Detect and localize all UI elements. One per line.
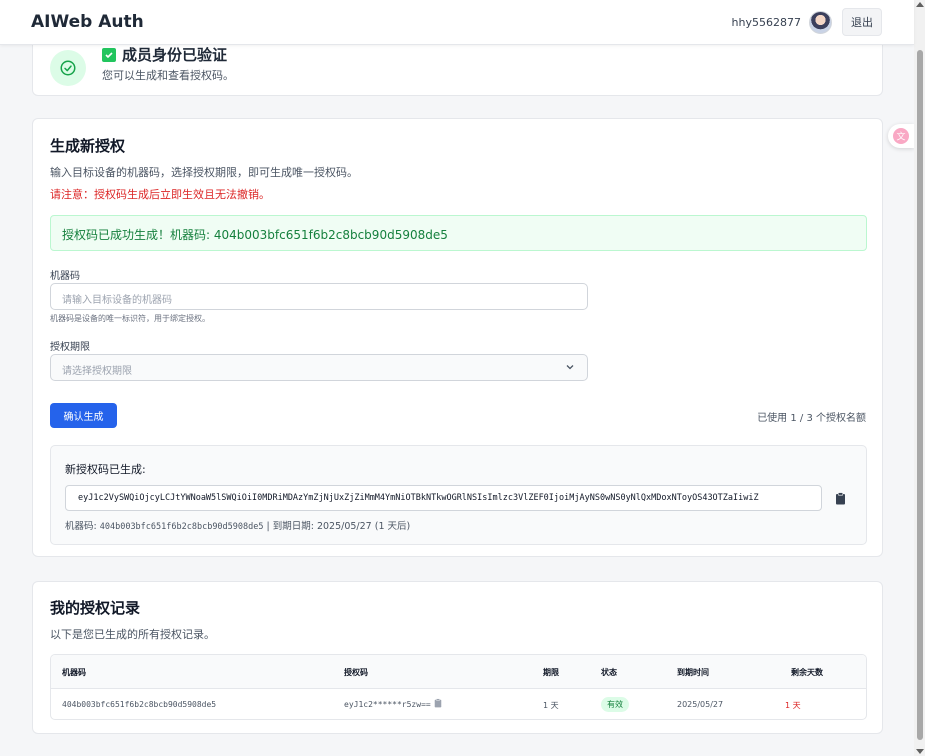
generate-card: 生成新授权 输入目标设备的机器码，选择授权期限，即可生成唯一授权码。 请注意：授…: [32, 118, 883, 557]
scroll-down-icon[interactable]: [916, 749, 924, 754]
col-status: 状态: [601, 668, 617, 677]
machine-code-label: 机器码: [50, 271, 80, 282]
col-machine-code: 机器码: [62, 668, 86, 677]
new-code-meta: 机器码: 404b003bfc651f6b2c8bcb90d5908de5 | …: [65, 518, 410, 532]
logout-button[interactable]: 退出: [842, 8, 882, 36]
scrollbar-thumb[interactable]: [917, 50, 923, 740]
svg-text:文: 文: [896, 131, 905, 143]
new-code-title: 新授权码已生成:: [65, 463, 146, 476]
scroll-up-icon[interactable]: [916, 2, 924, 7]
username: hhy5562877: [731, 15, 801, 29]
clipboard-icon[interactable]: [835, 490, 846, 509]
clipboard-icon[interactable]: [434, 698, 442, 710]
col-auth-code: 授权码: [344, 668, 368, 677]
quota-text: 已使用 1 / 3 个授权名额: [757, 413, 866, 424]
check-circle-icon: [50, 50, 86, 86]
verification-card: 成员身份已验证 您可以生成和查看授权码。: [32, 45, 883, 96]
generate-warning: 请注意：授权码生成后立即生效且无法撤销。: [50, 188, 270, 201]
meta-machine-value: 404b003bfc651f6b2c8bcb90d5908de5: [99, 522, 264, 532]
generate-title: 生成新授权: [50, 137, 126, 155]
page-scrollbar[interactable]: [914, 0, 925, 756]
records-card: 我的授权记录 以下是您已生成的所有授权记录。 机器码 授权码 期限 状态 到期时…: [32, 581, 883, 734]
period-select-value: 请选择授权期限: [62, 366, 132, 377]
period-label: 授权期限: [50, 342, 90, 353]
chevron-down-icon: [565, 362, 575, 375]
confirm-generate-button[interactable]: 确认生成: [50, 403, 117, 428]
row-period: 1 天: [543, 701, 559, 710]
verification-subtitle: 您可以生成和查看授权码。: [102, 69, 234, 82]
verification-title: 成员身份已验证: [102, 45, 227, 65]
meta-machine-label: 机器码:: [65, 521, 100, 532]
new-code-field[interactable]: eyJ1c2VySWQiOjcyLCJtYWNoaW5lSWQiOiI0MDRi…: [65, 485, 822, 511]
verification-title-text: 成员身份已验证: [122, 46, 228, 64]
row-remaining: 1 天: [785, 701, 801, 710]
row-auth-code: eyJ1c2******r5zw==: [344, 700, 431, 709]
status-badge: 有效: [601, 697, 629, 712]
records-table: 机器码 授权码 期限 状态 到期时间 剩余天数 404b003bfc651f6b…: [50, 654, 867, 720]
machine-code-input[interactable]: 请输入目标设备的机器码: [50, 283, 588, 310]
records-description: 以下是您已生成的所有授权记录。: [50, 628, 215, 641]
col-remaining: 剩余天数: [791, 668, 823, 677]
top-navbar: AIWeb Auth hhy5562877 退出: [0, 0, 914, 45]
col-period: 期限: [543, 668, 559, 677]
period-select[interactable]: 请选择授权期限: [50, 354, 588, 381]
row-expires: 2025/05/27: [677, 700, 724, 709]
records-title: 我的授权记录: [50, 599, 141, 617]
machine-code-hint: 机器码是设备的唯一标识符，用于绑定授权。: [50, 314, 210, 323]
success-alert: 授权码已成功生成！机器码: 404b003bfc651f6b2c8bcb90d5…: [50, 215, 867, 251]
user-area: hhy5562877 退出: [732, 8, 882, 36]
table-header: [51, 655, 866, 689]
row-machine-code: 404b003bfc651f6b2c8bcb90d5908de5: [62, 700, 217, 709]
checkbox-checked-icon: [102, 47, 116, 62]
col-expires: 到期时间: [677, 668, 709, 677]
translate-icon[interactable]: 文: [888, 124, 914, 148]
avatar[interactable]: [809, 10, 832, 34]
brand-title[interactable]: AIWeb Auth: [31, 12, 144, 32]
meta-expiry: | 到期日期: 2025/05/27 (1 天后): [263, 521, 411, 532]
generate-description: 输入目标设备的机器码，选择授权期限，即可生成唯一授权码。: [50, 166, 358, 179]
main-content: 成员身份已验证 您可以生成和查看授权码。 生成新授权 输入目标设备的机器码，选择…: [0, 45, 914, 756]
new-code-panel: 新授权码已生成: eyJ1c2VySWQiOjcyLCJtYWNoaW5lSWQ…: [50, 445, 867, 545]
